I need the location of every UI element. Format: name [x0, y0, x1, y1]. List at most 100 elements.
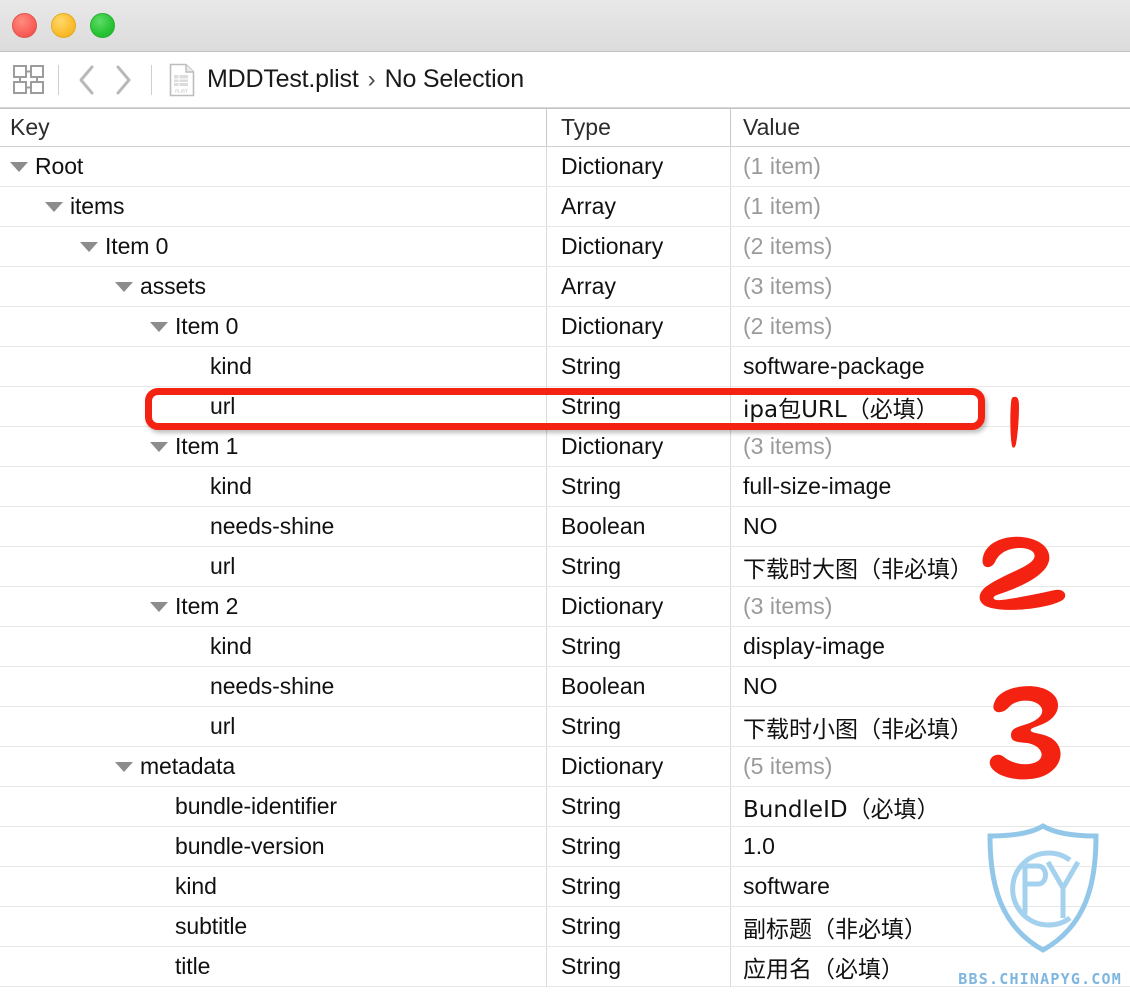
table-row[interactable]: kind String software-package: [0, 347, 1130, 387]
cell-value[interactable]: software: [730, 867, 1130, 906]
cell-value[interactable]: software-package: [730, 347, 1130, 386]
cell-type[interactable]: String: [546, 787, 730, 826]
cell-type[interactable]: Boolean: [546, 507, 730, 546]
cell-key[interactable]: Root: [0, 147, 546, 186]
table-row[interactable]: assets Array (3 items): [0, 267, 1130, 307]
cell-value[interactable]: (3 items): [730, 427, 1130, 466]
cell-value[interactable]: (5 items): [730, 747, 1130, 786]
cell-key[interactable]: kind: [0, 467, 546, 506]
cell-value[interactable]: (3 items): [730, 267, 1130, 306]
cell-value[interactable]: 下载时小图（非必填）: [730, 707, 1130, 746]
cell-type[interactable]: Array: [546, 187, 730, 226]
cell-value[interactable]: full-size-image: [730, 467, 1130, 506]
cell-key[interactable]: kind: [0, 627, 546, 666]
table-row[interactable]: Item 0 Dictionary (2 items): [0, 307, 1130, 347]
column-header-type[interactable]: Type: [546, 109, 730, 146]
cell-value[interactable]: 副标题（非必填）: [730, 907, 1130, 946]
cell-key[interactable]: Item 0: [0, 307, 546, 346]
minimize-window-button[interactable]: [51, 13, 76, 38]
table-row[interactable]: kind String display-image: [0, 627, 1130, 667]
cell-value[interactable]: 1.0: [730, 827, 1130, 866]
table-row[interactable]: needs-shine Boolean NO: [0, 507, 1130, 547]
cell-value[interactable]: BundleID（必填）: [730, 787, 1130, 826]
cell-value[interactable]: display-image: [730, 627, 1130, 666]
cell-key[interactable]: needs-shine: [0, 507, 546, 546]
table-row[interactable]: url String ipa包URL（必填）: [0, 387, 1130, 427]
forward-button[interactable]: [105, 63, 141, 97]
cell-value[interactable]: 应用名（必填）: [730, 947, 1130, 986]
cell-key[interactable]: url: [0, 707, 546, 746]
table-row[interactable]: Item 1 Dictionary (3 items): [0, 427, 1130, 467]
cell-key[interactable]: Item 2: [0, 587, 546, 626]
cell-type[interactable]: Array: [546, 267, 730, 306]
table-row[interactable]: bundle-identifier String BundleID（必填）: [0, 787, 1130, 827]
table-row[interactable]: url String 下载时大图（非必填）: [0, 547, 1130, 587]
cell-key[interactable]: needs-shine: [0, 667, 546, 706]
cell-key[interactable]: bundle-identifier: [0, 787, 546, 826]
cell-type[interactable]: String: [546, 387, 730, 426]
disclosure-triangle-expanded-icon[interactable]: [115, 761, 133, 772]
table-row[interactable]: kind String full-size-image: [0, 467, 1130, 507]
maximize-window-button[interactable]: [90, 13, 115, 38]
cell-key[interactable]: title: [0, 947, 546, 986]
cell-value[interactable]: (2 items): [730, 227, 1130, 266]
back-button[interactable]: [69, 63, 105, 97]
cell-key[interactable]: items: [0, 187, 546, 226]
column-header-key[interactable]: Key: [0, 109, 546, 146]
cell-type[interactable]: Dictionary: [546, 147, 730, 186]
cell-type[interactable]: Dictionary: [546, 227, 730, 266]
cell-type[interactable]: Dictionary: [546, 427, 730, 466]
cell-type[interactable]: String: [546, 827, 730, 866]
table-row[interactable]: items Array (1 item): [0, 187, 1130, 227]
disclosure-triangle-expanded-icon[interactable]: [115, 281, 133, 292]
disclosure-triangle-expanded-icon[interactable]: [150, 441, 168, 452]
table-row[interactable]: title String 应用名（必填）: [0, 947, 1130, 987]
cell-type[interactable]: String: [546, 947, 730, 986]
cell-type[interactable]: String: [546, 907, 730, 946]
cell-type[interactable]: Dictionary: [546, 747, 730, 786]
table-row[interactable]: kind String software: [0, 867, 1130, 907]
cell-type[interactable]: Boolean: [546, 667, 730, 706]
cell-type[interactable]: Dictionary: [546, 307, 730, 346]
cell-key[interactable]: Item 1: [0, 427, 546, 466]
cell-key[interactable]: kind: [0, 347, 546, 386]
cell-key[interactable]: url: [0, 547, 546, 586]
disclosure-triangle-expanded-icon[interactable]: [150, 601, 168, 612]
cell-value[interactable]: (2 items): [730, 307, 1130, 346]
breadcrumb-item-file[interactable]: MDDTest.plist: [207, 65, 359, 94]
editor-selector-grid-icon[interactable]: [12, 64, 46, 96]
cell-key[interactable]: url: [0, 387, 546, 426]
column-header-value[interactable]: Value: [730, 109, 1130, 146]
cell-key[interactable]: assets: [0, 267, 546, 306]
breadcrumb-item-selection[interactable]: No Selection: [385, 65, 525, 94]
table-row[interactable]: subtitle String 副标题（非必填）: [0, 907, 1130, 947]
table-row[interactable]: bundle-version String 1.0: [0, 827, 1130, 867]
disclosure-triangle-expanded-icon[interactable]: [10, 161, 28, 172]
table-row[interactable]: needs-shine Boolean NO: [0, 667, 1130, 707]
cell-key[interactable]: Item 0: [0, 227, 546, 266]
cell-value[interactable]: 下载时大图（非必填）: [730, 547, 1130, 586]
disclosure-triangle-expanded-icon[interactable]: [150, 321, 168, 332]
table-row[interactable]: Item 2 Dictionary (3 items): [0, 587, 1130, 627]
cell-type[interactable]: String: [546, 867, 730, 906]
cell-value[interactable]: NO: [730, 507, 1130, 546]
table-row[interactable]: metadata Dictionary (5 items): [0, 747, 1130, 787]
cell-value[interactable]: (1 item): [730, 147, 1130, 186]
cell-value[interactable]: NO: [730, 667, 1130, 706]
cell-key[interactable]: bundle-version: [0, 827, 546, 866]
cell-key[interactable]: subtitle: [0, 907, 546, 946]
table-row[interactable]: Root Dictionary (1 item): [0, 147, 1130, 187]
cell-value[interactable]: (3 items): [730, 587, 1130, 626]
disclosure-triangle-expanded-icon[interactable]: [80, 241, 98, 252]
cell-type[interactable]: String: [546, 547, 730, 586]
cell-type[interactable]: String: [546, 627, 730, 666]
cell-type[interactable]: String: [546, 707, 730, 746]
table-row[interactable]: url String 下载时小图（非必填）: [0, 707, 1130, 747]
cell-key[interactable]: metadata: [0, 747, 546, 786]
cell-value[interactable]: ipa包URL（必填）: [730, 387, 1130, 426]
cell-type[interactable]: String: [546, 467, 730, 506]
cell-type[interactable]: String: [546, 347, 730, 386]
close-window-button[interactable]: [12, 13, 37, 38]
table-row[interactable]: Item 0 Dictionary (2 items): [0, 227, 1130, 267]
disclosure-triangle-expanded-icon[interactable]: [45, 201, 63, 212]
